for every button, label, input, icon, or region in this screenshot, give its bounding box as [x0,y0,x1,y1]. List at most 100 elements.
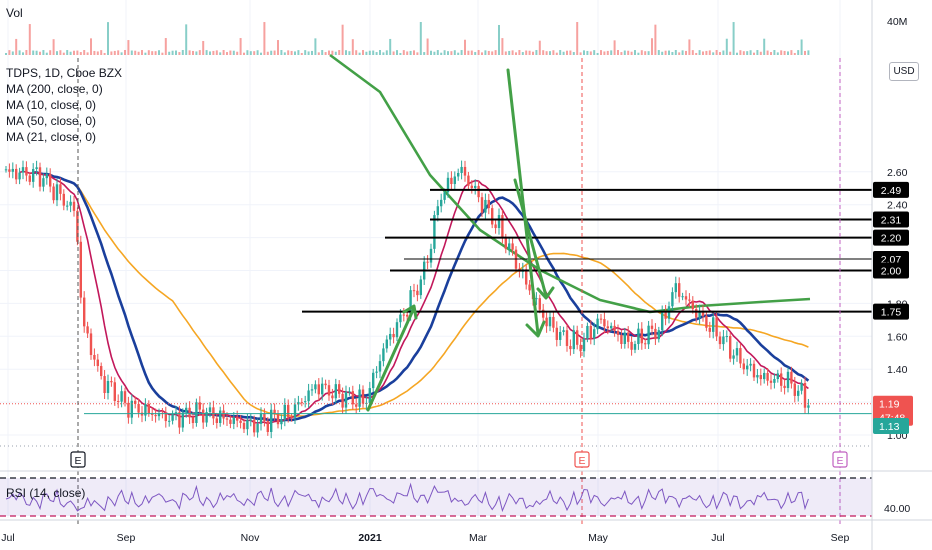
volume-bar [481,52,483,55]
candle-body [790,371,793,384]
candle-body [123,391,127,403]
candle-body [372,372,375,389]
volume-bar [175,50,177,55]
ma21-legend[interactable]: MA (21, close, 0) [6,130,96,144]
volume-bar [576,22,579,55]
ma50-legend[interactable]: MA (50, close, 0) [6,114,96,128]
volume-bar [651,38,653,55]
time-tick-label: Sep [831,532,850,544]
volume-bar [474,52,477,55]
candle-body [236,417,239,421]
volume-bar [338,50,341,55]
candle-body [535,298,538,300]
candle-body [773,379,776,383]
volume-bar [161,52,164,55]
candle-body [450,177,453,185]
volume-tick-label: 40M [887,16,907,28]
candle-body [565,330,569,346]
volume-bar [664,50,667,55]
volume-bar [311,50,313,55]
volume-bar [168,51,171,55]
candle-body [416,290,419,296]
candle-body [504,238,507,249]
volume-bar [800,39,803,55]
candle-body [242,422,246,430]
volume-bar [39,51,41,55]
candle-body [222,410,225,419]
candle-body [797,390,800,396]
volume-bar [317,52,320,55]
candle-body [783,385,786,389]
volume-bar [753,52,755,55]
volume-bar [154,51,157,55]
candle-body [647,325,650,345]
candle-body [334,384,337,399]
volume-bar [447,51,449,55]
candle-body [351,391,354,405]
volume-bar [266,51,269,55]
volume-bar [671,52,674,55]
volume-bar [409,50,412,55]
candle-body [266,421,269,432]
candle-body [480,197,484,213]
ma10-legend[interactable]: MA (10, close, 0) [6,98,96,112]
volume-bar [345,50,347,55]
level-label-text: 2.00 [881,266,902,278]
volume-bar [610,50,613,55]
volume-bar [8,50,11,55]
volume-bar [464,39,466,55]
candle-body [684,296,688,300]
volume-bar [219,52,222,55]
volume-bar [457,52,460,55]
candle-body [378,361,382,372]
volume-bar [555,52,558,55]
volume-bar [226,52,228,55]
volume-bar [188,50,191,55]
candle-body [589,325,592,339]
volume-bar [192,50,194,55]
volume-bar [579,52,582,55]
volume-bar [623,50,626,55]
volume-bar [426,38,429,55]
volume-bar [705,50,708,55]
candle-body [538,298,541,310]
last-price-text: 1.19 [879,399,900,411]
ma200-legend[interactable]: MA (200, close, 0) [6,82,103,96]
candle-body [110,381,113,383]
volume-bar [569,50,572,55]
candle-body [185,407,188,413]
volume-bar [341,24,344,55]
currency-button[interactable]: USD [889,62,919,81]
level-price-label: 2.00 [873,262,909,279]
symbol-legend[interactable]: TDPS, 1D, Cboe BZX [6,66,122,80]
volume-bar [436,50,439,55]
candle-body [385,339,388,349]
candle-body [263,413,266,422]
volume-bar [113,50,116,55]
candle-body [650,325,654,329]
volume-bar [372,50,375,55]
candle-body [735,348,739,356]
volume-bar [79,52,82,55]
volume-bar [110,51,113,55]
volume-bar [416,52,419,55]
candle-body [640,328,643,344]
volume-bar [355,50,358,55]
volume-bar [96,51,99,55]
volume-bar [657,50,660,55]
volume-bar [49,50,52,55]
candle-body [440,199,443,207]
candle-body [147,403,150,414]
candle-body [195,402,198,424]
candle-body [229,419,232,424]
price-chart[interactable]: 1.001.201.401.601.802.002.202.402.6040M4… [0,0,932,550]
volume-bar [712,52,715,55]
volume-bar [229,50,232,55]
earnings-event-marker: E [832,451,848,468]
candle-body [32,169,35,182]
rsi-legend[interactable]: RSI (14, close) [6,486,85,500]
volume-bar [525,50,528,55]
candle-body [348,391,351,393]
volume-bar [368,50,371,55]
volume-bar [147,50,150,55]
